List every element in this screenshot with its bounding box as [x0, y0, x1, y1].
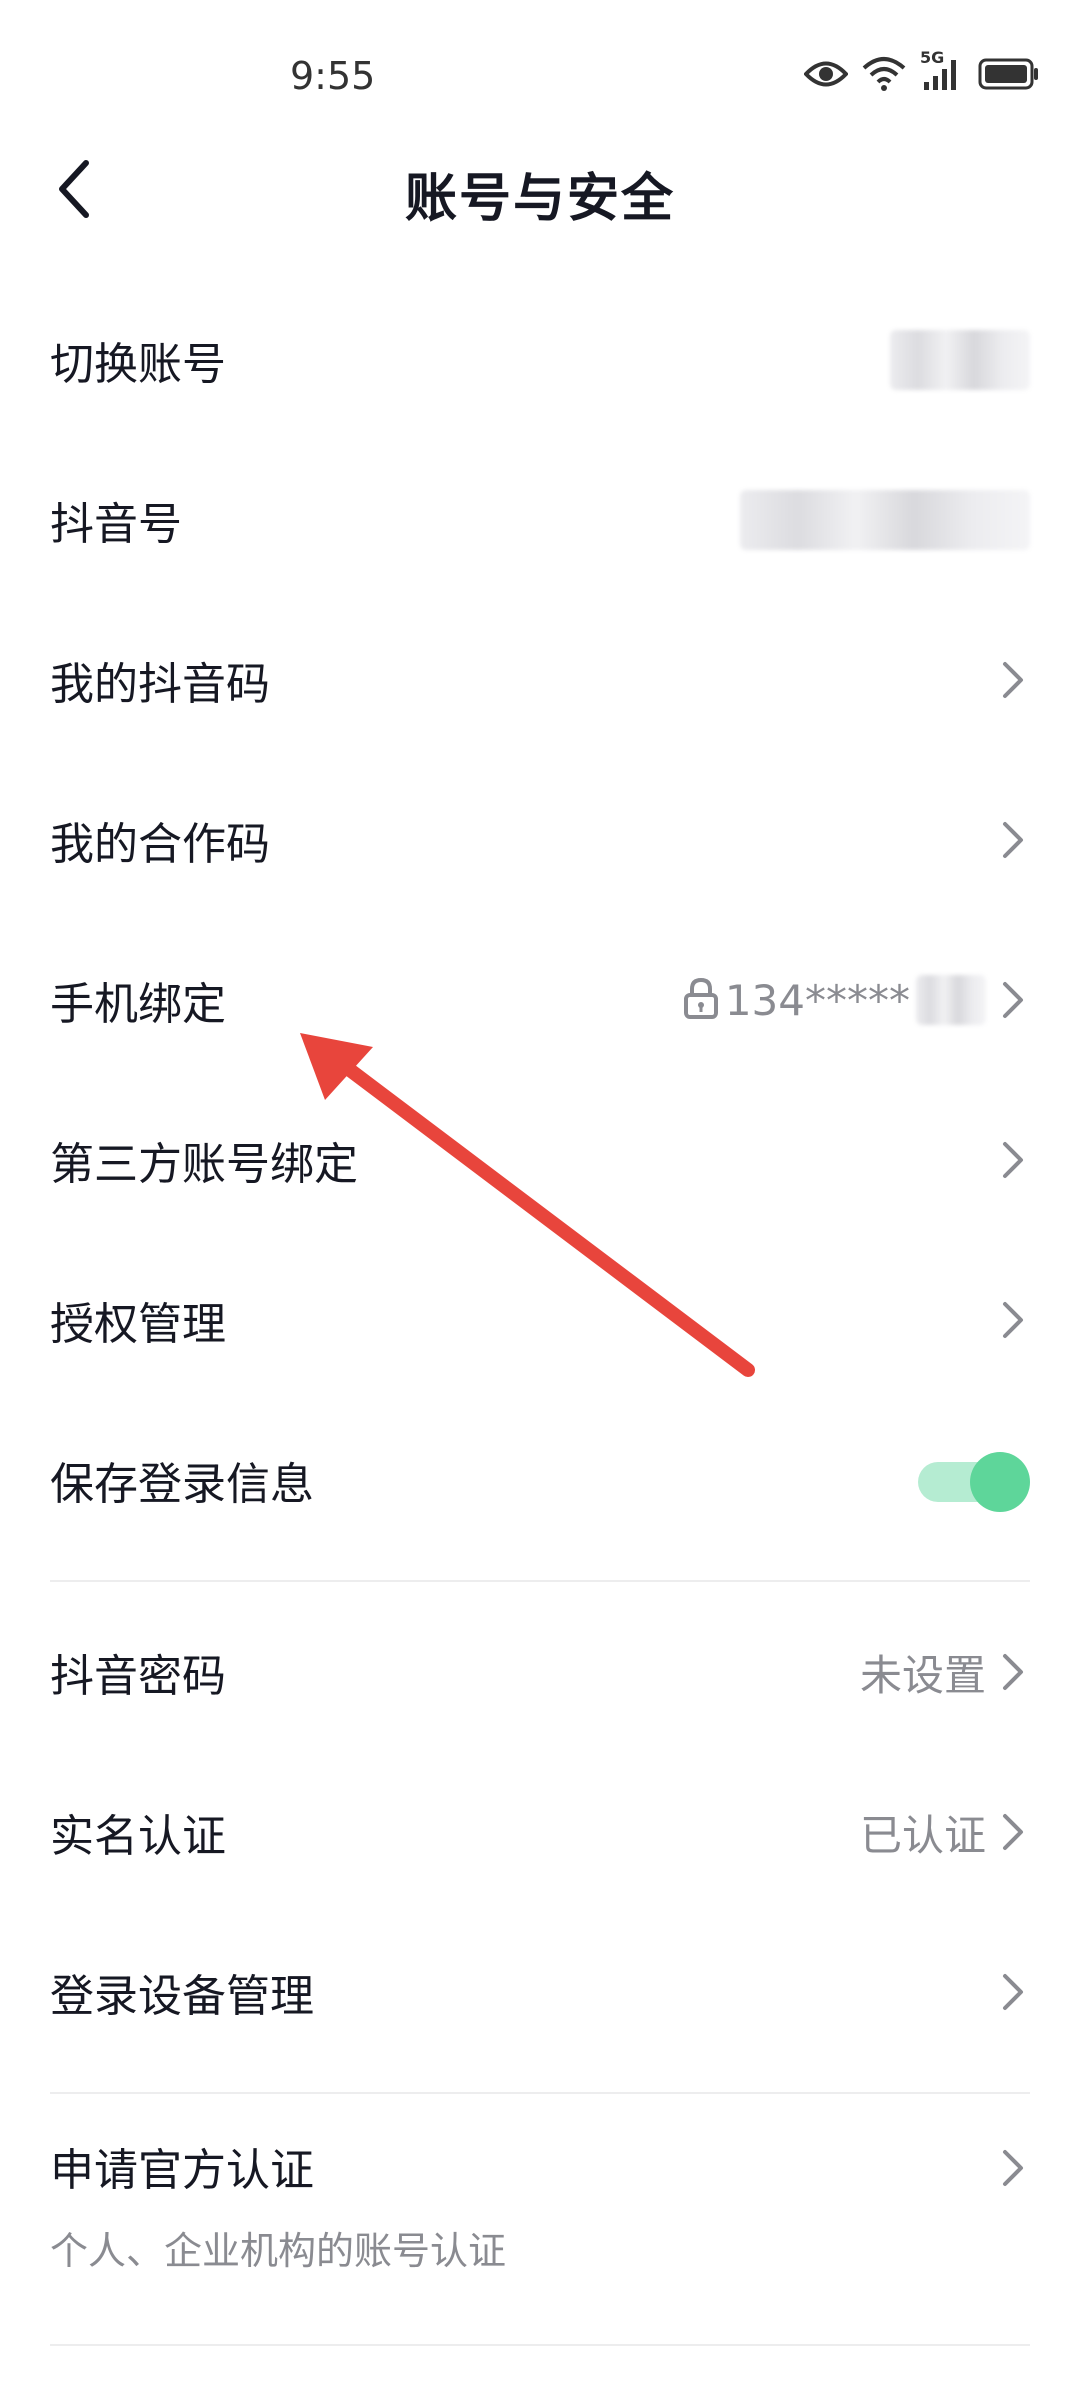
row-my-douyin-code[interactable]: 我的抖音码: [0, 600, 1080, 760]
toggle-knob: [970, 1452, 1030, 1512]
row-login-device-management[interactable]: 登录设备管理: [0, 1912, 1080, 2072]
row-save-login-info: 保存登录信息: [0, 1400, 1080, 1560]
page-title: 账号与安全: [404, 169, 675, 229]
row-sublabel: 个人、企业机构的账号认证: [50, 2229, 507, 2273]
chevron-right-icon: [996, 1810, 1030, 1854]
status-bar: 9:55 5G: [0, 0, 1080, 150]
chevron-right-icon: [996, 658, 1030, 702]
settings-list: 切换账号 抖音号 我的抖音码 我的合作码 手机绑定 134***** 第三方账号…: [0, 280, 1080, 2346]
chevron-right-icon: [996, 2146, 1030, 2190]
phone-number-masked: 134*****: [724, 975, 910, 1025]
row-label: 我的合作码: [50, 819, 270, 870]
row-label: 手机绑定: [50, 979, 226, 1030]
row-label: 保存登录信息: [50, 1459, 314, 1510]
row-label: 授权管理: [50, 1299, 226, 1350]
row-official-verification[interactable]: 申请官方认证 个人、企业机构的账号认证: [0, 2094, 1080, 2344]
row-switch-account[interactable]: 切换账号: [0, 280, 1080, 440]
row-douyin-id[interactable]: 抖音号: [0, 440, 1080, 600]
blurred-phone-tail: [916, 975, 986, 1025]
row-third-party-binding[interactable]: 第三方账号绑定: [0, 1080, 1080, 1240]
chevron-right-icon: [996, 978, 1030, 1022]
row-my-cooperation-code[interactable]: 我的合作码: [0, 760, 1080, 920]
battery-icon: [978, 58, 1040, 94]
row-label: 登录设备管理: [50, 1971, 314, 2022]
section-divider: [50, 2344, 1030, 2346]
save-login-toggle[interactable]: [918, 1452, 1030, 1512]
phone-value: 134*****: [683, 975, 986, 1025]
wifi-icon: [862, 56, 906, 96]
row-label: 第三方账号绑定: [50, 1139, 358, 1190]
chevron-right-icon: [996, 1970, 1030, 2014]
row-real-name-verification[interactable]: 实名认证 已认证: [0, 1752, 1080, 1912]
eye-icon: [803, 59, 849, 93]
row-label: 我的抖音码: [50, 659, 270, 710]
chevron-right-icon: [996, 1650, 1030, 1694]
status-time: 9:55: [290, 54, 376, 98]
row-authorization-management[interactable]: 授权管理: [0, 1240, 1080, 1400]
chevron-right-icon: [996, 1298, 1030, 1342]
row-value: 未设置: [859, 1650, 986, 1700]
network-label: 5G: [920, 48, 945, 67]
row-douyin-password[interactable]: 抖音密码 未设置: [0, 1592, 1080, 1752]
section-divider: [50, 1580, 1030, 1582]
row-value: 已认证: [859, 1810, 986, 1860]
chevron-right-icon: [996, 818, 1030, 862]
5g-signal-icon: 5G: [920, 48, 964, 96]
row-label: 申请官方认证: [50, 2145, 314, 2196]
status-icons: 5G: [803, 48, 1040, 96]
lock-icon: [683, 977, 719, 1023]
blurred-douyin-id-value: [740, 490, 1030, 550]
row-phone-binding[interactable]: 手机绑定 134*****: [0, 920, 1080, 1080]
chevron-right-icon: [996, 1138, 1030, 1182]
row-label: 实名认证: [50, 1811, 226, 1862]
row-label: 抖音密码: [50, 1651, 226, 1702]
blurred-account-value: [890, 330, 1030, 390]
nav-header: 账号与安全: [0, 150, 1080, 230]
row-label: 切换账号: [50, 339, 226, 390]
row-label: 抖音号: [50, 499, 182, 550]
